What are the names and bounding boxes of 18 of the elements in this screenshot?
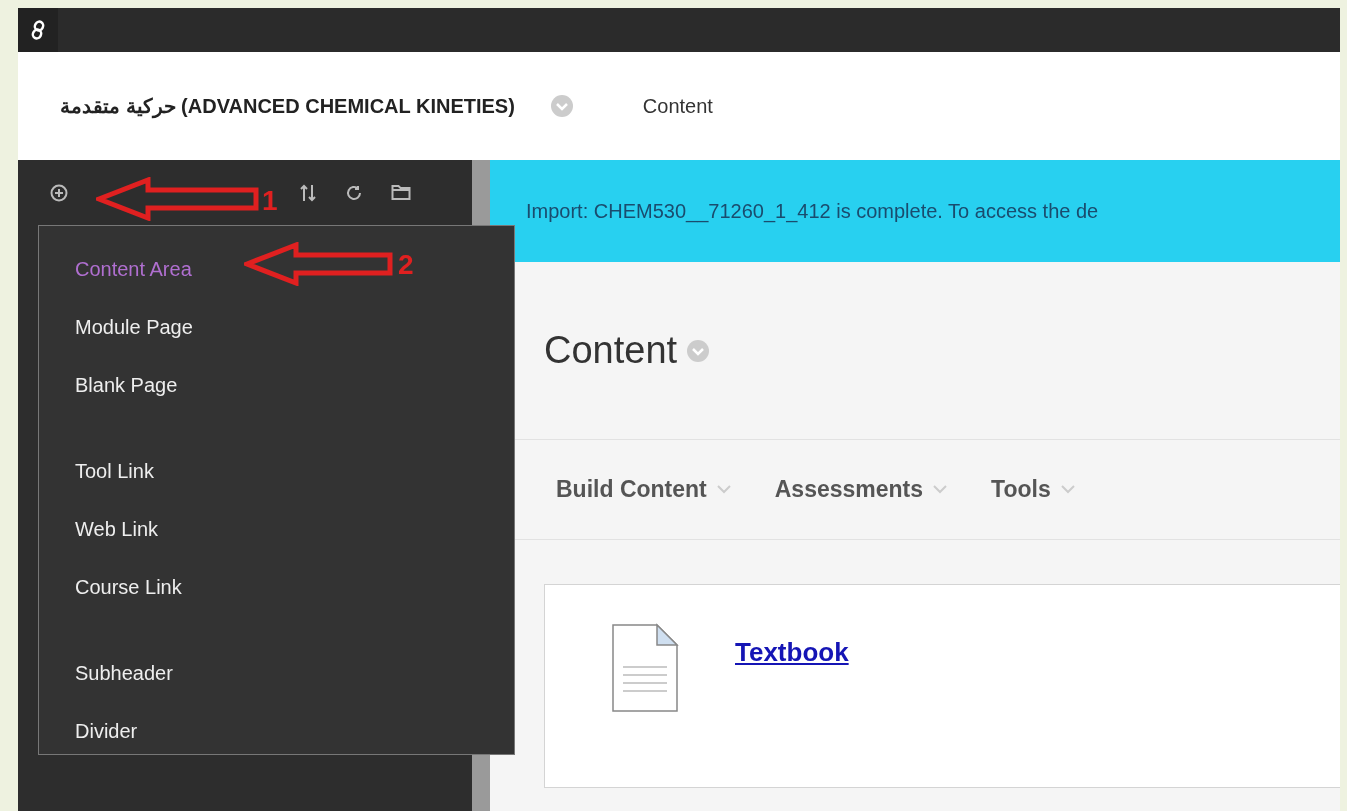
breadcrumb-item[interactable]: Content [642,91,713,121]
menu-item[interactable]: Web Link [39,500,158,558]
action-menu-button[interactable]: Tools [991,472,1075,507]
menu-item[interactable]: Subheader [39,644,173,702]
menu-item[interactable]: Tool Link [39,442,154,500]
action-menu-button[interactable]: Build Content [556,472,731,507]
menu-item[interactable]: Course Link [39,558,182,616]
menu-item[interactable]: Blank Page [39,356,178,414]
page-title: Content [544,328,678,373]
import-banner: Import: CHEM530__71260_1_412 is complete. To access the de [490,160,1340,262]
menu-item[interactable]: Divider [39,702,138,760]
action-menu-button[interactable]: Assessments [774,472,948,507]
menu-item[interactable]: Module Page [39,298,193,356]
annotation-number: 2 [398,248,414,282]
course-title[interactable]: حركية متقدمة (ADVANCED CHEMICAL KINETIES) [60,91,515,121]
menu-item[interactable]: Content Area [39,240,192,298]
item-link[interactable]: Textbook [735,633,849,672]
annotation-number: 1 [262,184,278,218]
